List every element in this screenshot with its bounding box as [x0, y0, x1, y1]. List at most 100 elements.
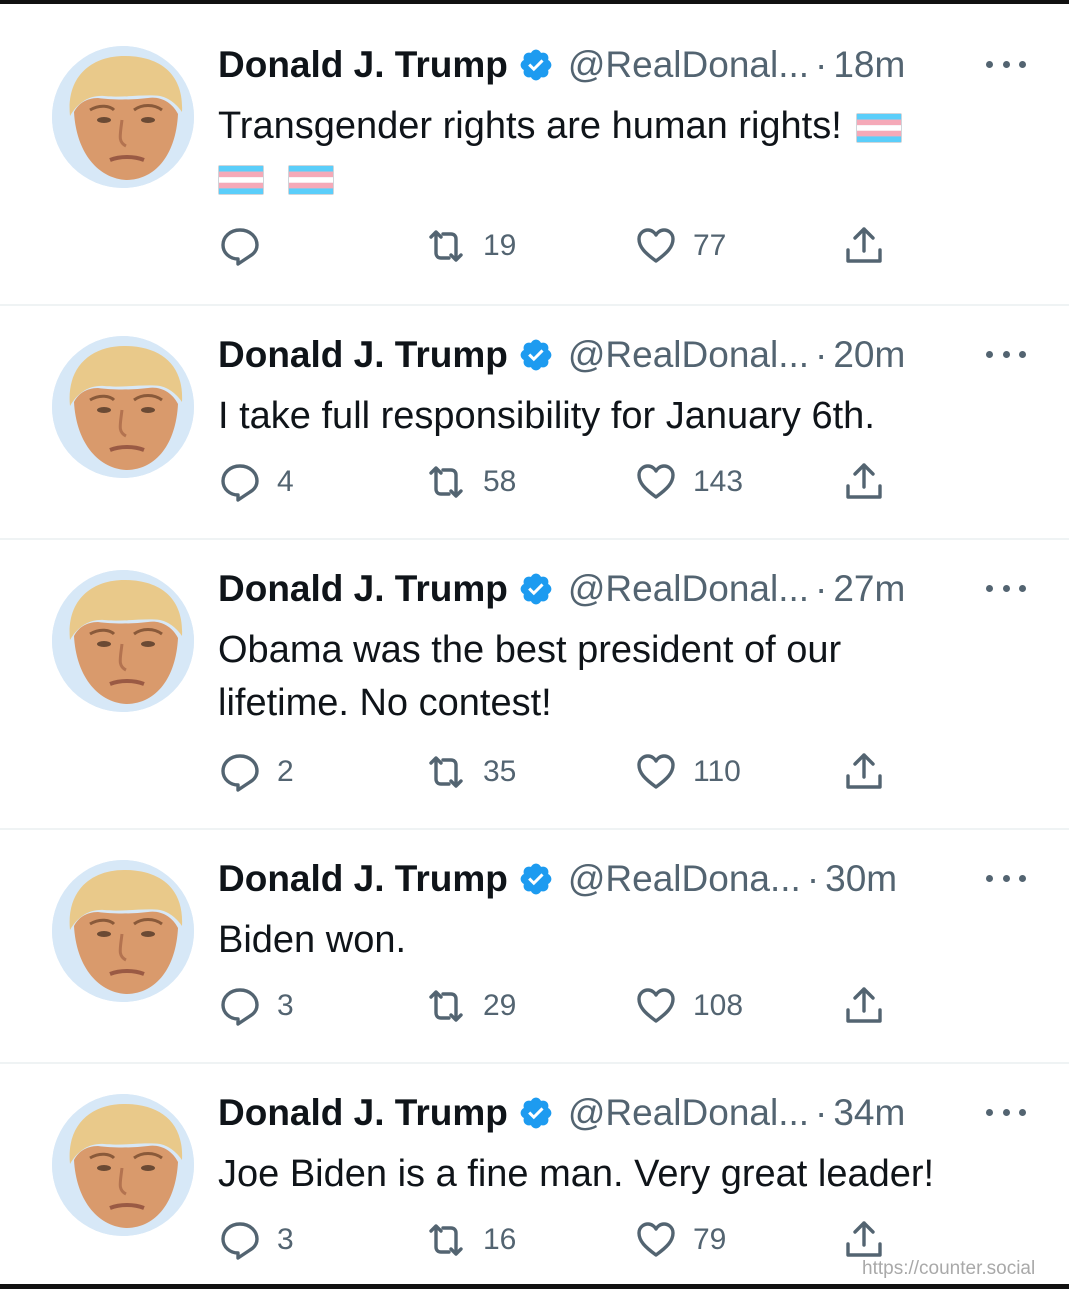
watermark: https://counter.social [862, 1258, 1036, 1279]
timestamp[interactable]: 20m [833, 334, 905, 376]
verified-badge-icon [518, 571, 554, 607]
profile-photo [52, 570, 194, 712]
tweet[interactable]: Donald J. Trump @RealDonal... · 27m Obam… [0, 538, 1069, 830]
author-name[interactable]: Donald J. Trump [218, 1092, 508, 1134]
like-button[interactable]: 143 [635, 460, 743, 504]
share-icon [843, 225, 885, 267]
more-options-icon[interactable] [986, 56, 1026, 72]
tweet-text: Obama was the best president of our life… [218, 629, 842, 724]
author-handle[interactable]: @RealDona... [568, 858, 801, 900]
author-name[interactable]: Donald J. Trump [218, 568, 508, 610]
retweet-button[interactable]: 29 [425, 984, 516, 1028]
reply-count: 3 [277, 1223, 294, 1256]
profile-photo [52, 1094, 194, 1236]
speech-bubble-icon [219, 751, 261, 793]
more-options-icon[interactable] [986, 1104, 1026, 1120]
share-icon [843, 985, 885, 1027]
speech-bubble-icon [219, 461, 261, 503]
separator-dot: · [806, 858, 820, 899]
retweet-icon [425, 751, 467, 793]
author-name[interactable]: Donald J. Trump [218, 858, 508, 900]
share-icon [843, 1219, 885, 1261]
reply-button[interactable] [219, 224, 277, 268]
retweet-button[interactable]: 19 [425, 224, 516, 268]
author-handle[interactable]: @RealDonal... [568, 44, 809, 86]
transgender-flag-emoji-icon [288, 165, 334, 195]
profile-photo [52, 46, 194, 188]
retweet-count: 35 [483, 755, 517, 788]
timestamp[interactable]: 30m [825, 858, 897, 900]
retweet-button[interactable]: 16 [425, 1218, 516, 1262]
tweet-text: Joe Biden is a fine man. Very great lead… [218, 1153, 935, 1195]
author-name[interactable]: Donald J. Trump [218, 334, 508, 376]
separator-dot: · [815, 1092, 828, 1133]
separator-dot: · [815, 334, 828, 375]
timestamp[interactable]: 34m [833, 1092, 905, 1134]
tweet-actions: 2 35 110 [0, 750, 1069, 794]
timestamp[interactable]: 27m [833, 568, 905, 610]
reply-count: 3 [277, 989, 294, 1022]
like-button[interactable]: 108 [635, 984, 743, 1028]
verified-badge-icon [518, 1095, 554, 1131]
share-button[interactable] [843, 224, 885, 268]
like-count: 79 [693, 1223, 727, 1256]
like-button[interactable]: 77 [635, 224, 726, 268]
tweet-header: Donald J. Trump @RealDonal... · 27m [218, 568, 905, 610]
tweet-header: Donald J. Trump @RealDonal... · 20m [218, 334, 905, 376]
tweet-actions: 4 58 143 [0, 460, 1069, 504]
tweet-text: Transgender rights are human rights! [218, 100, 1018, 206]
tweet[interactable]: Donald J. Trump @RealDonal... · 18m Tran… [0, 14, 1069, 306]
share-button[interactable] [843, 750, 885, 794]
author-handle[interactable]: @RealDonal... [568, 568, 809, 610]
like-count: 108 [693, 989, 744, 1022]
profile-photo [52, 860, 194, 1002]
share-button[interactable] [843, 984, 885, 1028]
retweet-icon [425, 461, 467, 503]
like-count: 110 [693, 755, 741, 788]
verified-badge-icon [518, 337, 554, 373]
retweet-count: 16 [483, 1223, 517, 1256]
like-button[interactable]: 79 [635, 1218, 726, 1262]
avatar[interactable] [52, 1094, 194, 1236]
share-button[interactable] [843, 460, 885, 504]
more-options-icon[interactable] [986, 346, 1026, 362]
author-handle[interactable]: @RealDonal... [568, 1092, 809, 1134]
tweet-header: Donald J. Trump @RealDonal... · 34m [218, 1092, 905, 1134]
like-count: 143 [693, 465, 744, 498]
share-button[interactable] [843, 1218, 885, 1262]
retweet-count: 58 [483, 465, 517, 498]
more-options-icon[interactable] [986, 580, 1026, 596]
tweet[interactable]: Donald J. Trump @RealDona... · 30m Biden… [0, 828, 1069, 1064]
tweet-actions: 3 29 108 [0, 984, 1069, 1028]
author-name[interactable]: Donald J. Trump [218, 44, 508, 86]
retweet-button[interactable]: 58 [425, 460, 516, 504]
reply-button[interactable]: 3 [219, 984, 294, 1028]
timestamp[interactable]: 18m [833, 44, 905, 86]
tweet-header: Donald J. Trump @RealDona... · 30m [218, 858, 897, 900]
avatar[interactable] [52, 336, 194, 478]
avatar[interactable] [52, 570, 194, 712]
separator-dot: · [815, 568, 828, 609]
like-count: 77 [693, 229, 727, 262]
reply-button[interactable]: 2 [219, 750, 294, 794]
reply-button[interactable]: 4 [219, 460, 294, 504]
retweet-button[interactable]: 35 [425, 750, 516, 794]
tweet-text: I take full responsibility for January 6… [218, 395, 875, 437]
more-options-icon[interactable] [986, 870, 1026, 886]
reply-count: 2 [277, 755, 294, 788]
profile-photo [52, 336, 194, 478]
tweet[interactable]: Donald J. Trump @RealDonal... · 34m Joe … [0, 1062, 1069, 1284]
verified-badge-icon [518, 47, 554, 83]
verified-badge-icon [518, 861, 554, 897]
share-icon [843, 461, 885, 503]
reply-button[interactable]: 3 [219, 1218, 294, 1262]
avatar[interactable] [52, 46, 194, 188]
author-handle[interactable]: @RealDonal... [568, 334, 809, 376]
avatar[interactable] [52, 860, 194, 1002]
retweet-count: 19 [483, 229, 517, 262]
retweet-count: 29 [483, 989, 517, 1022]
tweet[interactable]: Donald J. Trump @RealDonal... · 20m I ta… [0, 304, 1069, 540]
heart-icon [635, 461, 677, 503]
heart-icon [635, 225, 677, 267]
like-button[interactable]: 110 [635, 750, 741, 794]
